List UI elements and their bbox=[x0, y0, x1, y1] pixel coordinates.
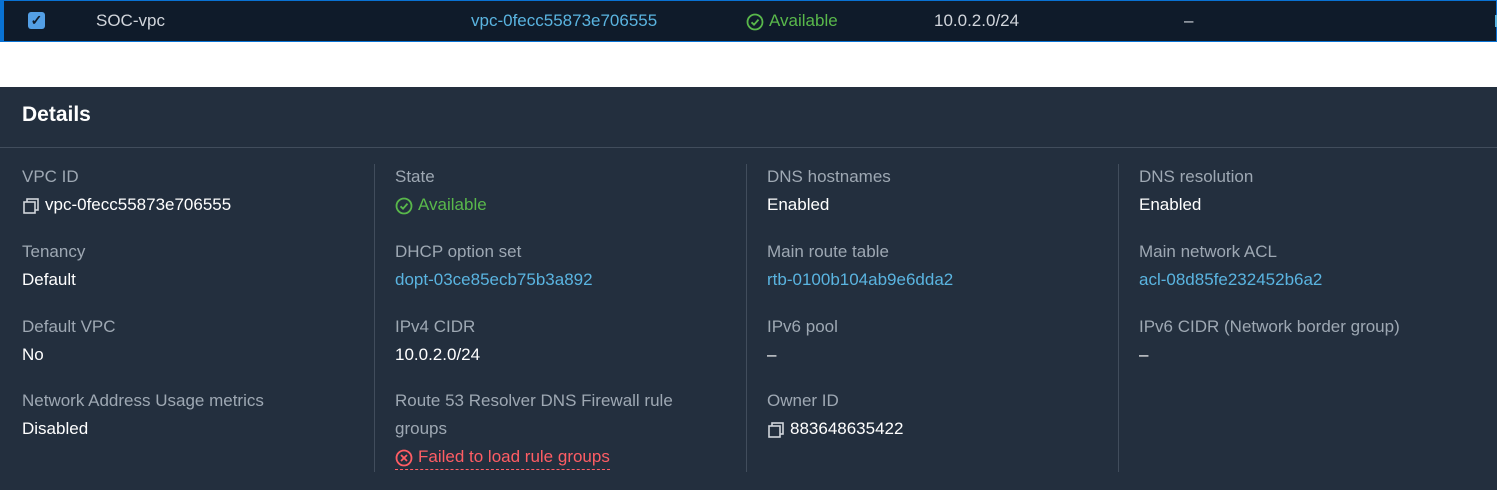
main-network-acl-link[interactable]: acl-08d85fe232452b6a2 bbox=[1139, 266, 1479, 294]
main-network-acl-label: Main network ACL bbox=[1139, 242, 1277, 261]
copy-icon[interactable] bbox=[22, 197, 40, 215]
ipv6-cidr-label: IPv6 CIDR (Network border group) bbox=[1139, 317, 1400, 336]
nau-metrics-label: Network Address Usage metrics bbox=[22, 391, 264, 410]
r53-firewall-error-text: Failed to load rule groups bbox=[418, 447, 610, 466]
r53-firewall-label-line2: groups bbox=[395, 419, 447, 438]
check-circle-icon bbox=[395, 197, 413, 214]
ipv6-cidr-value: – bbox=[1139, 345, 1149, 364]
details-header: Details bbox=[0, 87, 1497, 148]
field-main-route-table: Main route table rtb-0100b104ab9e6dda2 bbox=[767, 238, 1107, 294]
dns-resolution-label: DNS resolution bbox=[1139, 167, 1254, 186]
ipv4-cidr-label: IPv4 CIDR bbox=[395, 317, 476, 336]
x-circle-icon bbox=[395, 449, 413, 466]
owner-id-label: Owner ID bbox=[767, 391, 839, 410]
dns-resolution-value: Enabled bbox=[1139, 195, 1202, 214]
r53-firewall-value-wrap: Failed to load rule groups bbox=[395, 443, 735, 471]
vpc-id-value: vpc-0fecc55873e706555 bbox=[45, 195, 232, 214]
field-dns-resolution: DNS resolution Enabled bbox=[1139, 163, 1479, 219]
row-vpc-name: SOC-vpc bbox=[96, 11, 165, 30]
field-tenancy: Tenancy Default bbox=[22, 238, 362, 294]
field-ipv4-cidr: IPv4 CIDR 10.0.2.0/24 bbox=[395, 313, 735, 369]
column-divider bbox=[1118, 164, 1119, 472]
default-vpc-label: Default VPC bbox=[22, 317, 116, 336]
main-route-table-link[interactable]: rtb-0100b104ab9e6dda2 bbox=[767, 266, 1107, 294]
r53-firewall-label-line1: Route 53 Resolver DNS Firewall rule bbox=[395, 391, 673, 410]
field-dhcp: DHCP option set dopt-03ce85ecb75b3a892 bbox=[395, 238, 735, 294]
row-empty-value: – bbox=[1184, 11, 1194, 30]
dhcp-link[interactable]: dopt-03ce85ecb75b3a892 bbox=[395, 266, 735, 294]
column-divider bbox=[746, 164, 747, 472]
field-default-vpc: Default VPC No bbox=[22, 313, 362, 369]
column-divider bbox=[374, 164, 375, 472]
tenancy-label: Tenancy bbox=[22, 242, 86, 261]
dns-hostnames-label: DNS hostnames bbox=[767, 167, 891, 186]
details-title: Details bbox=[22, 103, 91, 126]
field-r53-firewall: Route 53 Resolver DNS Firewall rule grou… bbox=[395, 387, 735, 471]
nau-metrics-value: Disabled bbox=[22, 419, 89, 438]
ipv6-pool-label: IPv6 pool bbox=[767, 317, 838, 336]
row-state: Available bbox=[746, 1, 838, 41]
vpc-id-value-wrap: vpc-0fecc55873e706555 bbox=[22, 191, 362, 219]
state-label: State bbox=[395, 167, 435, 186]
field-owner-id: Owner ID 883648635422 bbox=[767, 387, 1107, 443]
row-vpc-id-link[interactable]: vpc-0fecc55873e706555 bbox=[471, 1, 657, 41]
vpc-id-label: VPC ID bbox=[22, 167, 79, 186]
copy-icon[interactable] bbox=[767, 421, 785, 439]
owner-id-value: 883648635422 bbox=[790, 419, 904, 438]
default-vpc-value: No bbox=[22, 345, 44, 364]
row-ipv4-cidr: 10.0.2.0/24 bbox=[934, 11, 1020, 30]
r53-firewall-error[interactable]: Failed to load rule groups bbox=[395, 444, 610, 470]
ipv4-cidr-value: 10.0.2.0/24 bbox=[395, 345, 481, 364]
owner-id-value-wrap: 883648635422 bbox=[767, 415, 1107, 443]
dns-hostnames-value: Enabled bbox=[767, 195, 830, 214]
field-ipv6-pool: IPv6 pool – bbox=[767, 313, 1107, 369]
dhcp-label: DHCP option set bbox=[395, 242, 522, 261]
row-state-text: Available bbox=[769, 11, 838, 30]
main-route-table-label: Main route table bbox=[767, 242, 889, 261]
field-nau-metrics: Network Address Usage metrics Disabled bbox=[22, 387, 362, 443]
field-vpc-id: VPC ID vpc-0fecc55873e706555 bbox=[22, 163, 362, 219]
check-circle-icon bbox=[746, 13, 764, 30]
ipv6-pool-value: – bbox=[767, 345, 777, 364]
field-main-network-acl: Main network ACL acl-08d85fe232452b6a2 bbox=[1139, 238, 1479, 294]
state-value-wrap: Available bbox=[395, 191, 735, 219]
field-state: State Available bbox=[395, 163, 735, 219]
row-checkbox[interactable]: ✓ bbox=[28, 12, 45, 29]
field-ipv6-cidr: IPv6 CIDR (Network border group) – bbox=[1139, 313, 1479, 369]
field-dns-hostnames: DNS hostnames Enabled bbox=[767, 163, 1107, 219]
tenancy-value: Default bbox=[22, 270, 76, 289]
state-value: Available bbox=[418, 195, 487, 214]
selected-vpc-row[interactable]: ✓ SOC-vpc vpc-0fecc55873e706555 Availabl… bbox=[0, 0, 1497, 42]
